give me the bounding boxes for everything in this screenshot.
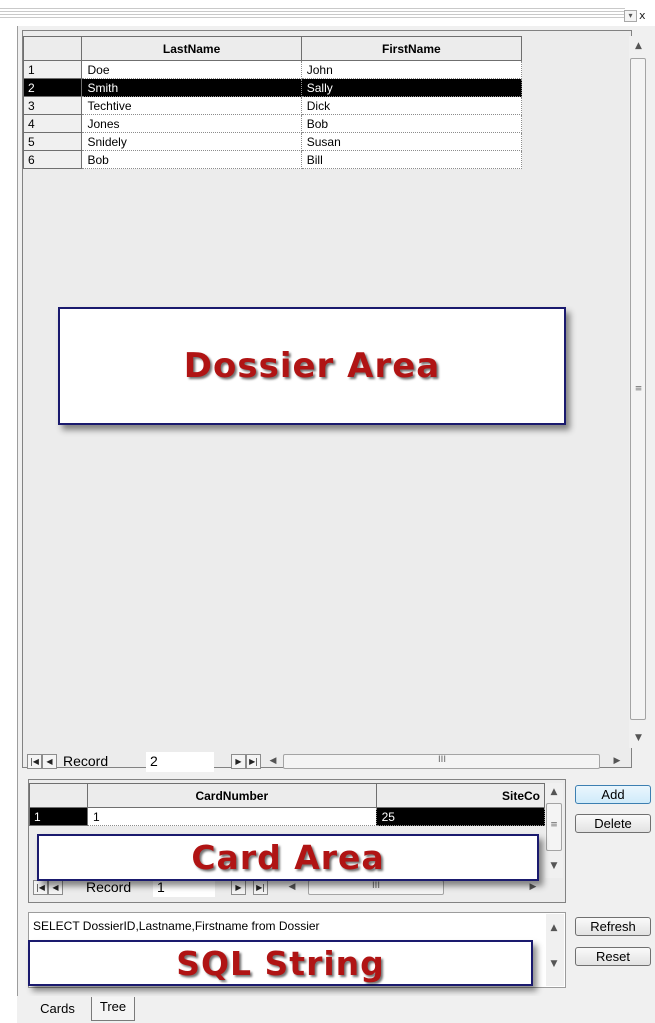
- cell-firstname[interactable]: John: [300, 60, 523, 79]
- nav-last-icon[interactable]: ▶|: [246, 754, 261, 769]
- table-row[interactable]: 4 Jones Bob: [22, 114, 523, 133]
- table-row-selected[interactable]: 2 Smith Sally: [22, 78, 523, 97]
- row-number[interactable]: 4: [22, 114, 83, 133]
- add-button[interactable]: Add: [575, 785, 651, 804]
- scroll-down-arrow-icon[interactable]: ▼: [548, 860, 560, 872]
- cell-lastname[interactable]: Smith: [81, 78, 302, 97]
- row-number[interactable]: 6: [22, 150, 83, 169]
- column-header-firstname[interactable]: FirstName: [300, 36, 523, 61]
- nav-next-icon[interactable]: ▶: [231, 754, 246, 769]
- table-row[interactable]: 5 Snidely Susan: [22, 132, 523, 151]
- panel-dropdown-icon[interactable]: ▾: [624, 10, 637, 22]
- scroll-grip-icon: ≡: [634, 384, 643, 394]
- refresh-button[interactable]: Refresh: [575, 917, 651, 936]
- card-table: CardNumber SiteCo 1 1 25: [28, 783, 546, 826]
- navigator-record-field[interactable]: 2: [146, 752, 214, 772]
- column-header-cardnumber[interactable]: CardNumber: [87, 783, 377, 808]
- nav-first-icon[interactable]: |◀: [27, 754, 42, 769]
- hscroll-grip-icon: III: [372, 881, 380, 891]
- tab-tree[interactable]: Tree: [91, 997, 135, 1021]
- hscroll-left-arrow-icon[interactable]: ◀: [287, 881, 297, 893]
- scroll-up-arrow-icon[interactable]: ▲: [548, 786, 560, 798]
- scroll-down-arrow-icon[interactable]: ▼: [632, 732, 645, 744]
- scroll-grip-icon: ≡: [550, 820, 558, 830]
- tab-cards[interactable]: Cards: [30, 999, 85, 1021]
- row-header-corner: [28, 783, 89, 808]
- cell-firstname[interactable]: Dick: [300, 96, 523, 115]
- nav-prev-icon[interactable]: ◀: [48, 880, 63, 895]
- table-row[interactable]: 3 Techtive Dick: [22, 96, 523, 115]
- panel-close-icon[interactable]: x: [639, 9, 655, 23]
- nav-first-icon[interactable]: |◀: [33, 880, 48, 895]
- cell-firstname[interactable]: Bob: [300, 114, 523, 133]
- cell-firstname[interactable]: Sally: [300, 78, 523, 97]
- table-row[interactable]: 6 Bob Bill: [22, 150, 523, 169]
- cell-lastname[interactable]: Doe: [81, 60, 302, 79]
- delete-button[interactable]: Delete: [575, 814, 651, 833]
- cell-lastname[interactable]: Bob: [81, 150, 302, 169]
- cell-lastname[interactable]: Snidely: [81, 132, 302, 151]
- cell-firstname[interactable]: Susan: [300, 132, 523, 151]
- cell-firstname[interactable]: Bill: [300, 150, 523, 169]
- cell-lastname[interactable]: Jones: [81, 114, 302, 133]
- cell-lastname[interactable]: Techtive: [81, 96, 302, 115]
- row-header-corner: [22, 36, 83, 61]
- row-number[interactable]: 1: [28, 807, 89, 826]
- dossier-area-label: Dossier Area: [183, 346, 441, 386]
- nav-last-icon[interactable]: ▶|: [253, 880, 268, 895]
- navigator-record-label: Record: [63, 753, 109, 769]
- dossier-area-callout: Dossier Area: [58, 307, 566, 425]
- card-area-callout: Card Area: [37, 834, 539, 881]
- row-number[interactable]: 2: [22, 78, 83, 97]
- hscroll-right-arrow-icon[interactable]: ▶: [612, 755, 622, 767]
- hscroll-left-arrow-icon[interactable]: ◀: [268, 755, 278, 767]
- row-number[interactable]: 1: [22, 60, 83, 79]
- nav-next-icon[interactable]: ▶: [231, 880, 246, 895]
- cell-sitecode[interactable]: 25: [375, 807, 546, 826]
- card-area-label: Card Area: [191, 838, 385, 877]
- navigator-record-label: Record: [86, 879, 132, 895]
- sql-string-callout: SQL String: [28, 940, 533, 986]
- column-header-lastname[interactable]: LastName: [81, 36, 302, 61]
- nav-prev-icon[interactable]: ◀: [42, 754, 57, 769]
- scroll-up-arrow-icon[interactable]: ▲: [632, 40, 645, 52]
- column-header-sitecode[interactable]: SiteCo: [375, 783, 546, 808]
- row-number[interactable]: 5: [22, 132, 83, 151]
- scroll-up-arrow-icon[interactable]: ▲: [548, 922, 560, 934]
- row-number[interactable]: 3: [22, 96, 83, 115]
- sql-string-label: SQL String: [176, 943, 385, 983]
- table-row[interactable]: 1 1 25: [28, 807, 546, 826]
- cell-cardnumber[interactable]: 1: [87, 807, 377, 826]
- dossier-table: LastName FirstName 1 Doe John 2 Smith Sa…: [22, 36, 523, 169]
- hscroll-grip-icon: III: [438, 755, 446, 765]
- reset-button[interactable]: Reset: [575, 947, 651, 966]
- panel-drag-grip[interactable]: [0, 8, 625, 18]
- table-row[interactable]: 1 Doe John: [22, 60, 523, 79]
- scroll-down-arrow-icon[interactable]: ▼: [548, 958, 560, 970]
- hscroll-right-arrow-icon[interactable]: ▶: [528, 881, 538, 893]
- sql-string-text: SELECT DossierID,Lastname,Firstname from…: [33, 919, 320, 933]
